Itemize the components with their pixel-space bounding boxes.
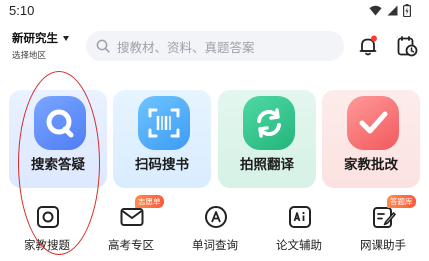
tool-gaokao-zone[interactable]: 志愿单 高考专区 [91, 195, 171, 256]
letter-a-icon [205, 206, 227, 228]
tool-label: 家教搜题 [24, 238, 70, 252]
tool-badge: 志愿单 [135, 195, 164, 208]
status-bar: 5:10 [0, 0, 429, 24]
search-input[interactable]: 搜教材、资料、真题答案 [86, 31, 344, 61]
header: 新研究生 选择地区 搜教材、资料、真题答案 [0, 26, 429, 66]
tool-word-lookup[interactable]: 单词查询 [175, 204, 255, 256]
notification-button[interactable] [356, 34, 380, 58]
camera-icon [37, 206, 59, 228]
notification-dot [371, 35, 377, 42]
card-label: 扫码搜书 [135, 157, 189, 173]
translate-icon [243, 96, 295, 150]
card-search-answer[interactable]: 搜索答疑 [9, 90, 107, 188]
checkmark-icon [347, 96, 399, 150]
grade-selector[interactable]: 新研究生 选择地区 [12, 30, 84, 66]
history-icon [397, 36, 418, 57]
card-label: 家教批改 [344, 157, 398, 173]
bell-icon [359, 35, 377, 56]
caret-down-icon [63, 35, 69, 41]
region-label[interactable]: 选择地区 [12, 49, 84, 61]
card-tutor-grading[interactable]: 家教批改 [322, 90, 420, 188]
status-time: 5:10 [9, 3, 35, 18]
tool-tutor-search[interactable]: 家教搜题 [7, 204, 87, 256]
grade-label: 新研究生 [12, 31, 58, 45]
card-label: 拍照翻译 [240, 157, 294, 173]
history-button[interactable] [395, 34, 419, 58]
search-placeholder: 搜教材、资料、真题答案 [117, 39, 255, 55]
card-photo-translate[interactable]: 拍照翻译 [218, 90, 316, 188]
tool-badge: 答题库 [387, 195, 416, 208]
card-scan-book[interactable]: 扫码搜书 [113, 90, 211, 188]
search-icon [96, 39, 110, 53]
status-icons [369, 4, 411, 17]
scan-icon [138, 96, 190, 150]
battery-icon [403, 4, 411, 17]
tool-online-course[interactable]: 答题库 网课助手 [343, 195, 423, 256]
ai-icon [289, 206, 311, 228]
tool-label: 网课助手 [360, 238, 406, 252]
tool-label: 论文辅助 [276, 238, 322, 252]
grade-name: 新研究生 [12, 30, 84, 46]
wifi-icon [369, 5, 382, 16]
signal-icon [387, 5, 398, 16]
tool-label: 高考专区 [108, 238, 154, 252]
tool-label: 单词查询 [192, 238, 238, 252]
card-label: 搜索答疑 [31, 157, 85, 173]
tool-thesis-assist[interactable]: 论文辅助 [259, 204, 339, 256]
magnifier-icon [34, 96, 86, 150]
